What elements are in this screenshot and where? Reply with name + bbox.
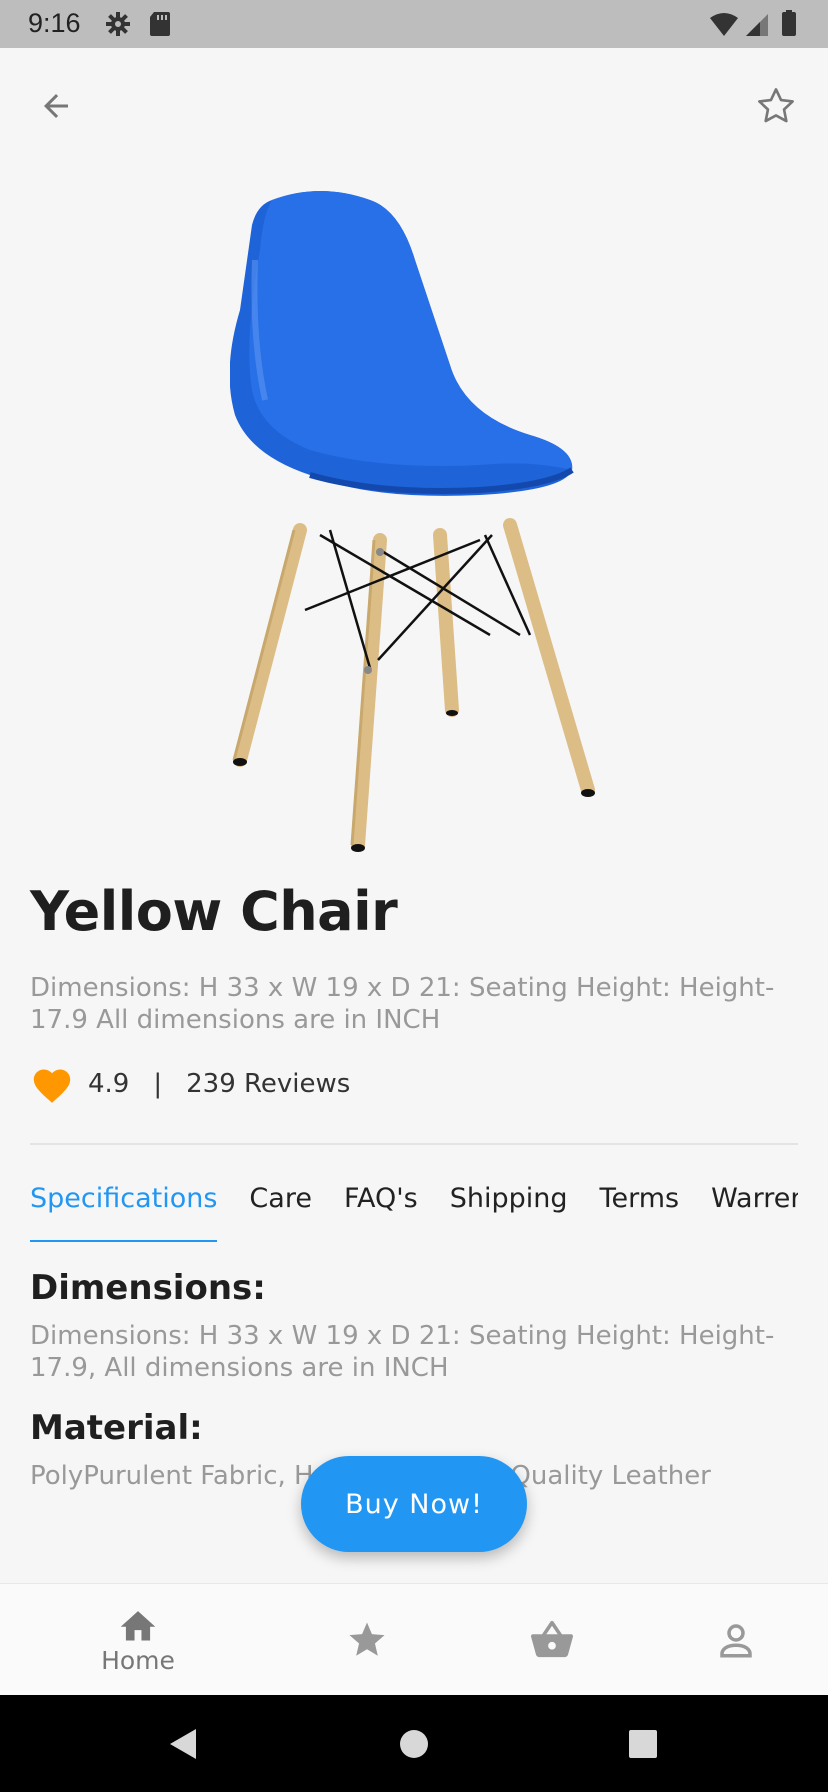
review-count-link[interactable]: 239 Reviews [186,1069,350,1099]
status-time: 9:16 [28,8,81,38]
nav-home[interactable]: Home [78,1584,198,1696]
chair-legs [233,518,595,852]
tab-specifications[interactable]: Specifications [30,1176,218,1242]
triangle-back-icon [170,1729,196,1759]
sd-card-icon [150,12,170,36]
rating-separator: | [153,1069,163,1099]
bottom-navigation: Home [0,1583,828,1695]
tab-terms[interactable]: Terms [600,1176,712,1242]
product-description: Dimensions: H 33 x W 19 x D 21: Seating … [30,973,775,1035]
divider [30,1143,798,1145]
rating-row: 4.9 | 239 Reviews [30,1062,350,1106]
buy-now-button[interactable]: Buy Now! [301,1456,527,1552]
status-left-icons [104,10,184,42]
tab-faqs[interactable]: FAQ's [344,1176,450,1242]
status-bar: 9:16 [0,0,828,48]
rating-value: 4.9 [88,1069,130,1099]
dimensions-text: Dimensions: H 33 x W 19 x D 21: Seating … [30,1321,775,1383]
star-outline-icon [758,88,794,123]
wifi-icon [710,13,738,36]
product-image [229,190,630,870]
star-icon [349,1622,385,1656]
dimensions-heading: Dimensions: [30,1268,266,1308]
nav-home-label: Home [101,1645,175,1675]
profile-icon [720,1624,752,1658]
circle-home-icon [400,1730,428,1758]
status-right-icons [708,10,804,42]
system-home-button[interactable] [391,1721,437,1767]
arrow-left-icon [44,94,68,118]
system-navigation-bar [0,1695,828,1792]
heart-icon [33,1069,71,1103]
tab-shipping[interactable]: Shipping [450,1176,600,1242]
nav-profile[interactable] [676,1584,796,1696]
favorite-button[interactable] [748,78,804,134]
basket-icon [531,1620,573,1658]
settings-gear-icon [106,12,130,36]
back-button[interactable] [28,78,84,134]
square-recents-icon [629,1730,657,1758]
home-icon [120,1610,156,1641]
battery-icon [782,10,796,36]
signal-icon [746,14,768,36]
material-heading: Material: [30,1408,203,1448]
system-back-button[interactable] [160,1721,206,1767]
nav-basket[interactable] [492,1584,612,1696]
tab-warranty[interactable]: Warrenty [711,1176,798,1242]
info-tabs: Specifications Care FAQ's Shipping Terms… [30,1176,798,1246]
tab-care[interactable]: Care [249,1176,344,1242]
product-title: Yellow Chair [30,880,398,943]
nav-favorites[interactable] [307,1584,427,1696]
system-recents-button[interactable] [620,1721,666,1767]
